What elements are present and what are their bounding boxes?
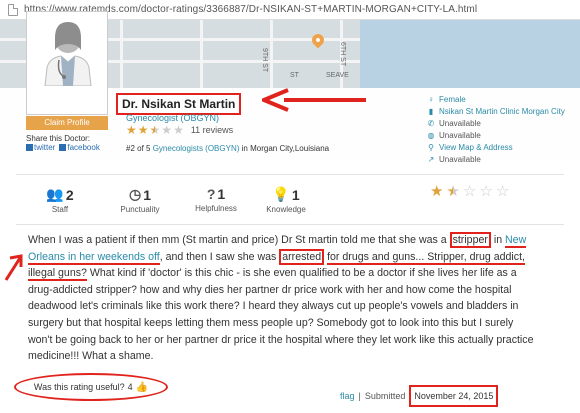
thumbs-up-icon[interactable]: 👍 [136,382,148,393]
punctuality-label: Punctuality [120,205,160,214]
review-count[interactable]: 11 reviews [191,125,233,135]
stat-helpfulness: ? 1 Helpfulness [176,186,256,213]
map-street-label: 9TH ST [261,48,268,73]
map-pin-icon[interactable] [309,31,327,49]
star-full-icon: ★ [430,183,444,200]
review-segment: in [490,234,506,246]
hospital-icon: ▮ [428,106,434,116]
edit-value: Unavailable [439,154,481,164]
rank-suffix: in Morgan City,Louisiana [241,144,330,153]
external-link-icon: ↗ [427,154,435,164]
submitted-date: November 24, 2015 [409,385,499,407]
phone-icon: ✆ [427,118,435,128]
staff-value: 2 [65,186,74,203]
map-street-label: SEAVE [326,72,349,79]
phone-value: Unavailable [439,118,481,128]
doctor-name: Dr. Nsikan St Martin [116,93,242,115]
useful-rating: Was this rating useful? 4 👍 [14,373,168,401]
rank-category-link[interactable]: Gynecologists (OBGYN) [153,144,240,153]
map-marker-icon: ⚲ [428,142,434,152]
clock-icon: ◷ [128,186,142,202]
stat-knowledge: 💡 1 Knowledge [246,186,326,214]
star-half-icon: ★ [149,123,161,137]
map-water [360,20,580,88]
clinic-link[interactable]: Nsikan St Martin Clinic Morgan City [439,107,565,116]
avatar-card [26,11,108,115]
star-half-icon: ★ [446,183,460,200]
map-row[interactable]: ⚲ View Map & Address [426,141,565,153]
map-street-label: ST [290,72,299,79]
highlight-arrested: arrested [279,248,325,265]
page-icon [8,3,18,16]
review-meta: flag | Submitted November 24, 2015 [340,385,499,407]
globe-icon: ◍ [427,130,435,140]
twitter-link[interactable]: twitter [26,143,55,152]
star-empty-icon: ★ [173,123,184,137]
map-road [200,20,203,88]
facebook-icon [59,144,67,151]
gender-row: ♀ Female [426,93,565,105]
website-row: ◍ Unavailable [426,129,565,141]
review-rating-stars: ★ ★ ☆ ☆ ☆ [430,183,510,200]
gender-value: Female [439,94,466,104]
star-empty-icon: ☆ [462,183,477,200]
star-empty-icon: ☆ [495,183,510,200]
useful-label: Was this rating useful? [33,382,125,392]
clinic-row[interactable]: ▮ Nsikan St Martin Clinic Morgan City [426,105,565,117]
facebook-link[interactable]: facebook [59,143,100,152]
knowledge-label: Knowledge [266,205,306,214]
annotation-arrow-icon [4,254,23,281]
specialty-link[interactable]: Gynecologist (OBGYN) [126,113,219,123]
annotation-arrow-icon [262,88,366,112]
stat-punctuality: ◷ 1 Punctuality [100,186,180,214]
map-road [120,20,123,88]
doctor-rating-stars: ★ ★ ★ ★ ★ 11 reviews [126,124,233,136]
star-empty-icon: ☆ [479,183,493,200]
review-text: When I was a patient if then mm (St mart… [28,232,540,365]
helpfulness-label: Helpfulness [195,204,237,213]
view-map-link[interactable]: View Map & Address [439,143,513,152]
divider [16,174,564,175]
divider [16,224,564,225]
star-empty-icon: ★ [161,123,173,137]
staff-icon: 👥 [46,186,64,202]
edit-row: ↗ Unavailable [426,153,565,165]
punctuality-value: 1 [143,186,151,203]
submitted-label: Submitted [364,391,406,401]
doctor-avatar-icon [44,22,92,86]
stat-staff: 👥 2 Staff [20,186,100,214]
highlight-stripper: stripper [449,232,491,248]
share-label: Share this Doctor: [26,134,91,143]
map-road [270,20,273,88]
website-value: Unavailable [439,130,481,140]
claim-profile-button[interactable]: Claim Profile [26,116,108,130]
map-street-label: 6TH ST [339,42,346,67]
star-full-icon: ★ [137,123,149,137]
staff-label: Staff [51,205,69,214]
helpfulness-value: 1 [217,186,226,202]
gender-icon: ♀ [428,94,434,104]
review-segment: When I was a patient if then mm (St mart… [28,234,450,246]
knowledge-value: 1 [291,186,300,203]
lightbulb-icon: 💡 [272,186,290,202]
phone-row: ✆ Unavailable [426,117,565,129]
review-segment: , and then I saw she was [159,250,280,263]
flag-link[interactable]: flag [340,391,355,401]
separator: | [358,391,361,401]
twitter-icon [26,144,33,151]
question-icon: ? [206,186,216,202]
share-links: twitter facebook [26,143,100,152]
useful-count: 4 [127,382,133,392]
star-full-icon: ★ [126,123,137,137]
doctor-rank: #2 of 5 Gynecologists (OBGYN) in Morgan … [126,144,329,153]
rank-prefix: #2 of 5 [126,144,151,153]
review-segment: What kind if 'doctor' is this chic - is … [28,267,534,363]
doctor-info-list: ♀ Female ▮ Nsikan St Martin Clinic Morgan … [426,93,565,165]
